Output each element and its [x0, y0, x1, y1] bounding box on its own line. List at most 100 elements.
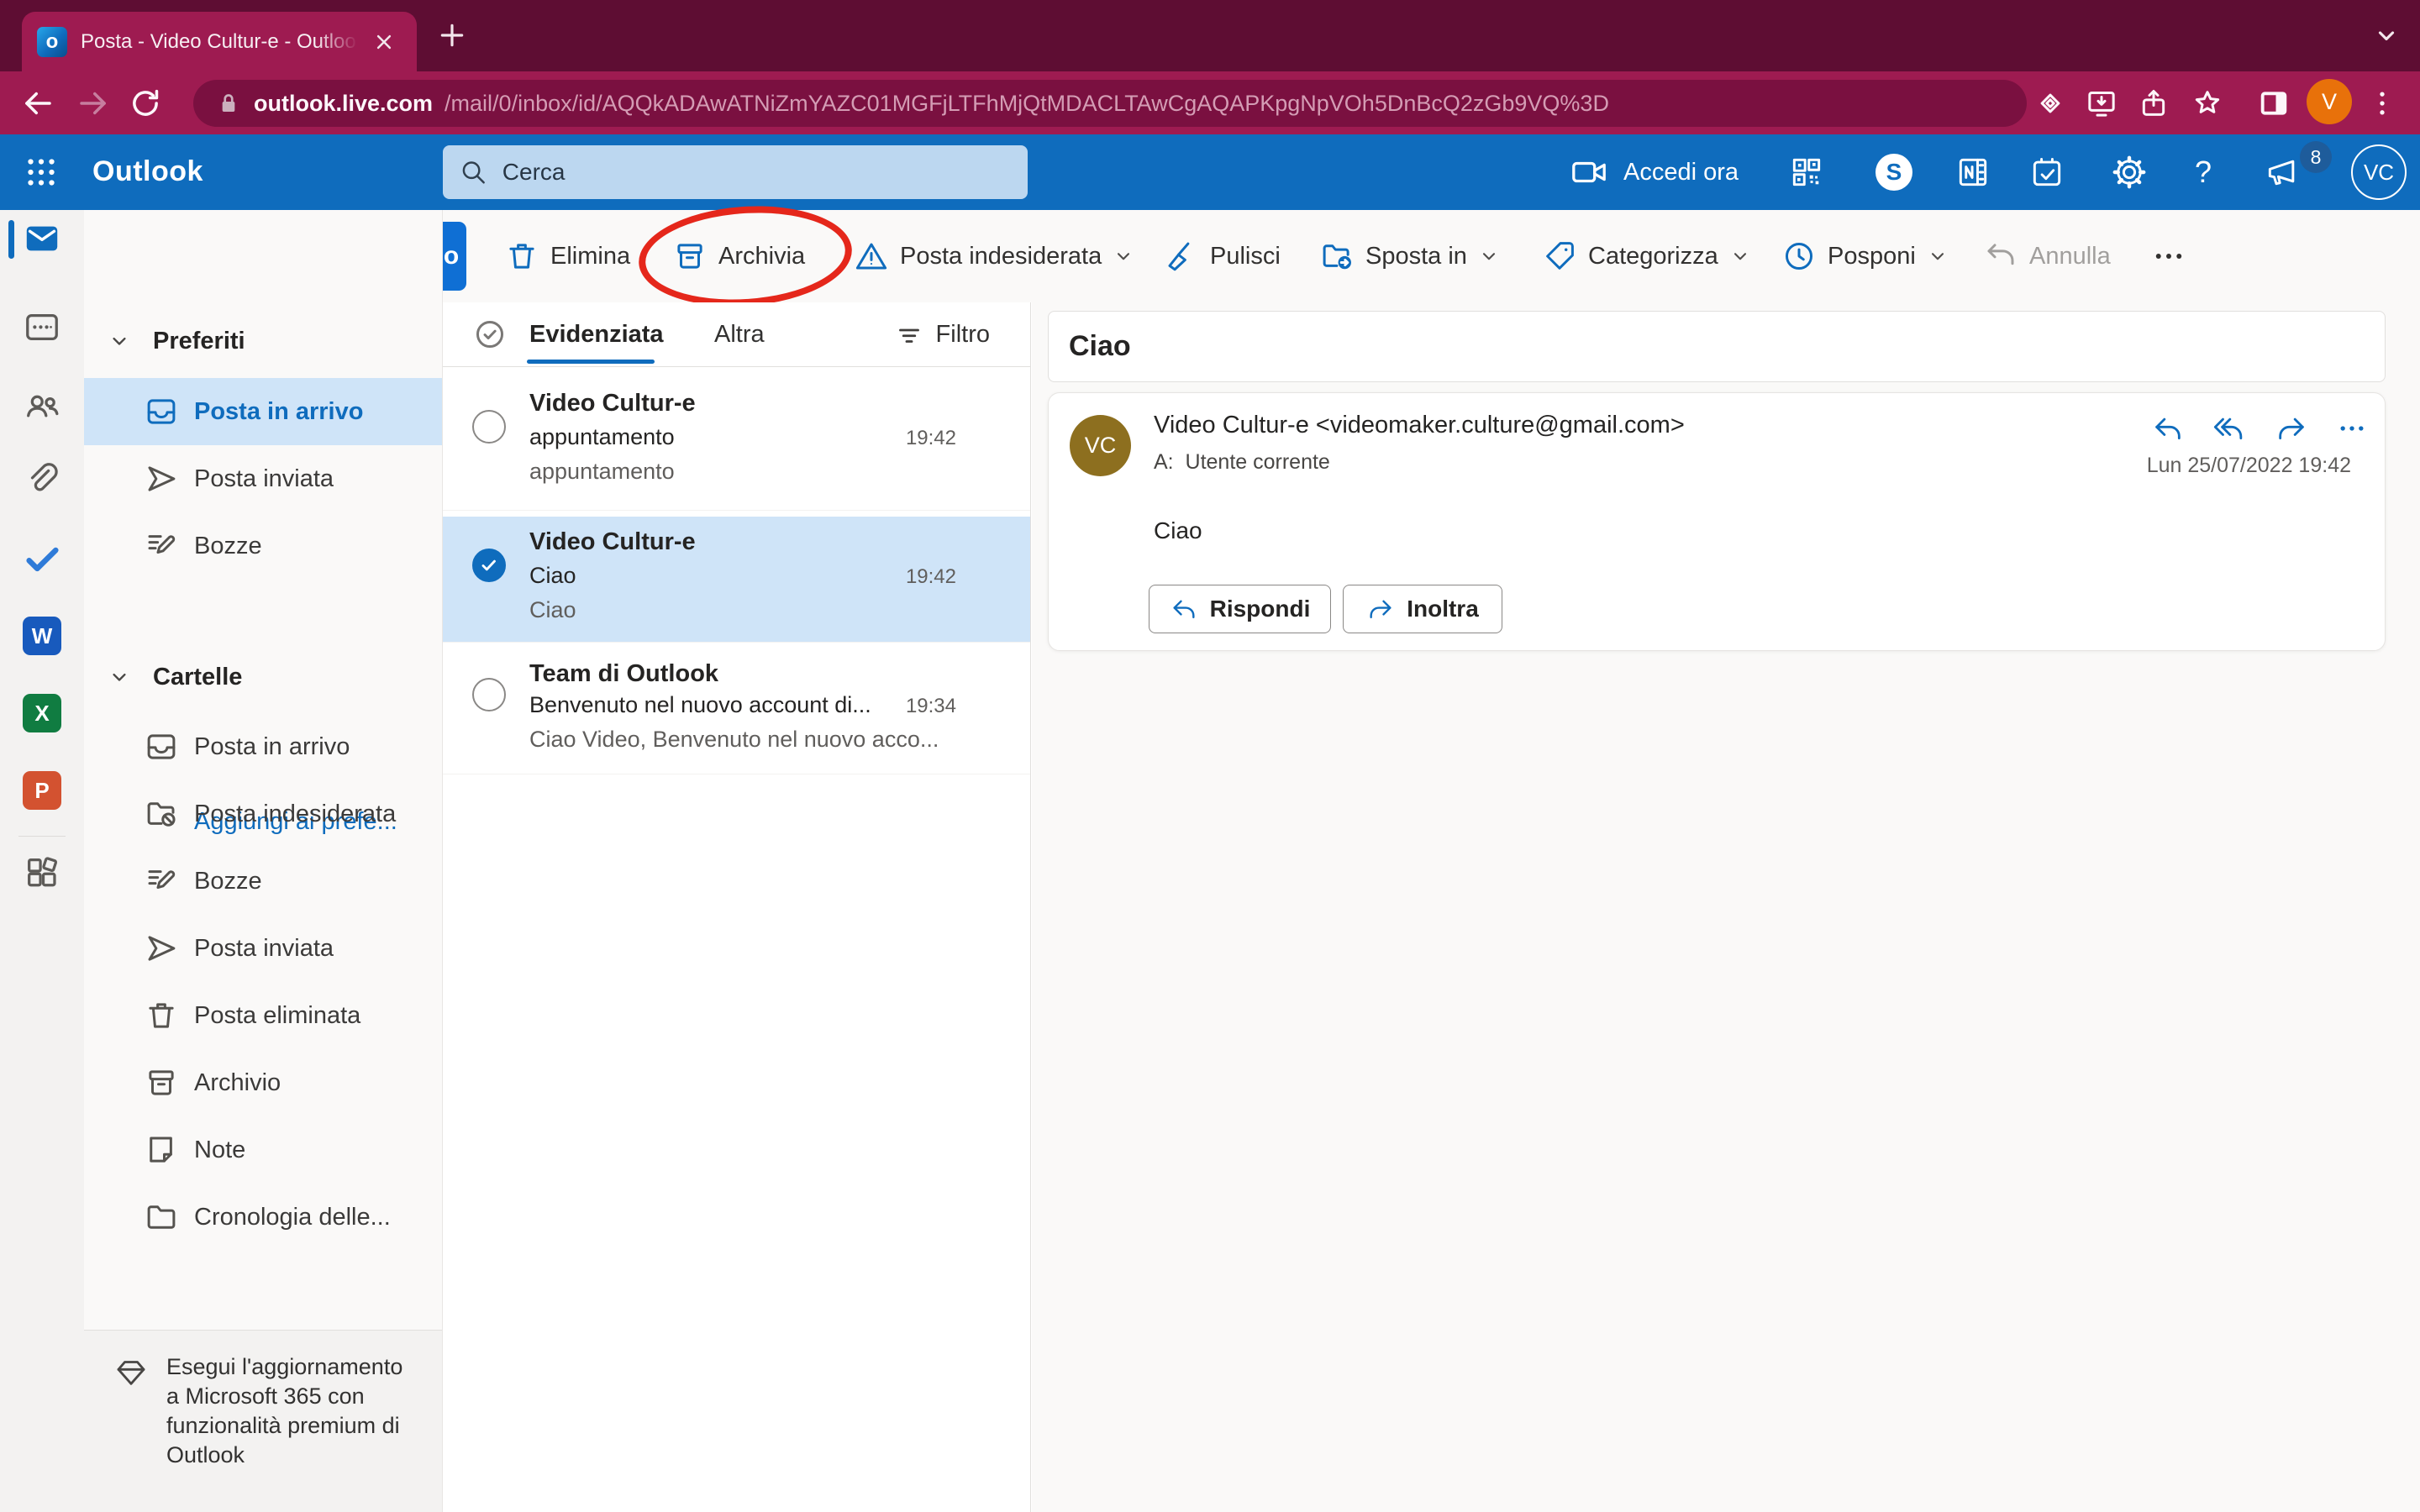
settings-gear-icon[interactable] [2111, 154, 2148, 191]
search-input[interactable] [502, 159, 1013, 186]
message-list-pane: Evidenziata Altra Filtro Video Cultur-e … [443, 302, 1031, 1512]
sidebar-folder-junk[interactable]: Posta indesiderata [84, 780, 442, 848]
delete-label: Elimina [550, 243, 630, 270]
sidebar-folder-notes[interactable]: Note [84, 1116, 442, 1184]
reply-all-icon[interactable] [2212, 412, 2246, 445]
todo-planner-icon[interactable] [2028, 154, 2065, 191]
upgrade-banner[interactable]: Esegui l'aggiornamento a Microsoft 365 c… [84, 1330, 442, 1512]
archive-label: Archivia [718, 243, 805, 270]
search-icon [458, 155, 489, 189]
signin-group[interactable]: Accedi ora [1570, 134, 1739, 210]
delete-button[interactable]: Elimina [504, 210, 630, 302]
url-field[interactable]: outlook.live.com/mail/0/inbox/id/AQQkADA… [193, 80, 2027, 127]
list-item-email-1[interactable]: Video Cultur-e appuntamento appuntamento… [443, 378, 1030, 511]
snooze-button[interactable]: Posponi [1781, 210, 1949, 302]
sidebar-item-label: Posta eliminata [194, 1002, 360, 1030]
move-to-label: Sposta in [1365, 243, 1467, 270]
sweep-button[interactable]: Pulisci [1164, 210, 1281, 302]
attachments-icon[interactable] [23, 460, 61, 499]
email-3-sender: Team di Outlook [529, 660, 718, 688]
sidebar-folder-archive[interactable]: Archivio [84, 1049, 442, 1116]
sidebar-item-sent-favorite[interactable]: Posta inviata [84, 445, 442, 512]
browser-tab[interactable]: o Posta - Video Cultur-e - Outloo [22, 12, 417, 71]
junk-warning-icon [854, 239, 889, 274]
apps-icon[interactable] [23, 853, 61, 891]
outlook-header: Outlook Accedi ora S ? 8 VC [0, 134, 2420, 210]
filter-button[interactable]: Filtro [894, 302, 990, 367]
email-1-subject: appuntamento [529, 424, 675, 450]
mail-icon[interactable] [23, 219, 61, 258]
tab-focused[interactable]: Evidenziata [529, 302, 664, 367]
sidebar-item-label: Posta in arrivo [194, 733, 350, 761]
categorize-button[interactable]: Categorizza [1542, 210, 1751, 302]
search-box[interactable] [443, 145, 1028, 199]
email-2-checkbox-checked[interactable] [472, 549, 506, 582]
browser-tab-strip: o Posta - Video Cultur-e - Outloo [0, 0, 2420, 71]
outlook-logo[interactable]: Outlook [92, 155, 203, 188]
powerpoint-icon[interactable]: P [23, 771, 61, 810]
filter-label: Filtro [936, 321, 990, 349]
sidebar-folder-drafts[interactable]: Bozze [84, 848, 442, 915]
sender-avatar[interactable]: VC [1070, 415, 1131, 476]
notes-icon [144, 1132, 179, 1168]
sidebar-folder-deleted[interactable]: Posta eliminata [84, 982, 442, 1049]
calendar-icon[interactable] [23, 307, 61, 346]
favorites-header[interactable]: Preferiti [84, 316, 442, 366]
skype-icon[interactable]: S [1876, 154, 1912, 191]
forward-message-icon[interactable] [2275, 412, 2308, 445]
install-app-icon[interactable] [2085, 87, 2118, 120]
tab-search-icon[interactable] [2371, 20, 2402, 50]
side-panel-icon[interactable] [2257, 87, 2291, 120]
message-more-icon[interactable] [2335, 412, 2369, 445]
onenote-icon[interactable] [1954, 154, 1991, 191]
forward-icon[interactable] [76, 86, 111, 121]
app-rail: W X P [0, 210, 84, 1512]
account-avatar[interactable]: VC [2351, 144, 2407, 200]
new-tab-icon[interactable] [435, 18, 469, 52]
sidebar-folder-sent[interactable]: Posta inviata [84, 915, 442, 982]
email-3-time: 19:34 [906, 695, 956, 718]
sidebar-item-inbox-favorite[interactable]: Posta in arrivo [84, 378, 442, 445]
outlook-favicon-icon: o [37, 27, 67, 57]
qr-code-icon[interactable] [1788, 154, 1825, 191]
forward-button[interactable]: Inoltra [1343, 585, 1502, 633]
bookmark-star-icon[interactable] [2191, 87, 2224, 120]
tab-close-icon[interactable] [371, 29, 397, 55]
people-icon[interactable] [23, 386, 61, 425]
browser-profile-avatar[interactable]: V [2307, 79, 2352, 124]
list-item-email-2-selected[interactable]: Video Cultur-e Ciao Ciao 19:42 [443, 517, 1030, 643]
move-to-button[interactable]: Sposta in [1319, 210, 1500, 302]
excel-icon[interactable]: X [23, 694, 61, 732]
help-icon[interactable]: ? [2195, 134, 2212, 210]
extension-icon[interactable] [2033, 87, 2067, 120]
email-1-checkbox[interactable] [472, 410, 506, 444]
url-path: /mail/0/inbox/id/AQQkADAwATNiZmYAZC01MGF… [445, 91, 2005, 117]
undo-button[interactable]: Annulla [1983, 210, 2111, 302]
email-3-checkbox[interactable] [472, 678, 506, 711]
sender-line[interactable]: Video Cultur-e <videomaker.culture@gmail… [1154, 412, 1685, 439]
junk-folder-icon [144, 796, 179, 832]
email-3-preview: Ciao Video, Benvenuto nel nuovo acco... [529, 727, 939, 753]
folders-header[interactable]: Cartelle [84, 652, 442, 702]
app-launcher-icon[interactable] [20, 151, 62, 193]
refresh-icon[interactable] [128, 86, 163, 121]
list-item-email-3[interactable]: Team di Outlook Benvenuto nel nuovo acco… [443, 648, 1030, 774]
junk-button[interactable]: Posta indesiderata [854, 210, 1134, 302]
more-commands-button[interactable] [2151, 210, 2186, 302]
word-icon[interactable]: W [23, 617, 61, 655]
whats-new-megaphone-icon[interactable] [2264, 154, 2301, 191]
reply-icon[interactable] [2151, 412, 2185, 445]
reply-button[interactable]: Rispondi [1149, 585, 1331, 633]
sidebar-item-drafts-favorite[interactable]: Bozze [84, 512, 442, 580]
tab-other[interactable]: Altra [714, 302, 765, 367]
share-icon[interactable] [2137, 87, 2170, 120]
back-icon[interactable] [20, 86, 55, 121]
signin-label: Accedi ora [1623, 159, 1739, 186]
tag-icon [1542, 239, 1577, 274]
select-all-icon[interactable] [472, 317, 508, 352]
browser-menu-icon[interactable] [2365, 87, 2399, 120]
sidebar-folder-inbox[interactable]: Posta in arrivo [84, 713, 442, 780]
archive-button[interactable]: Archivia [672, 210, 805, 302]
todo-icon[interactable] [23, 539, 61, 578]
sidebar-folder-history[interactable]: Cronologia delle... [84, 1184, 442, 1251]
